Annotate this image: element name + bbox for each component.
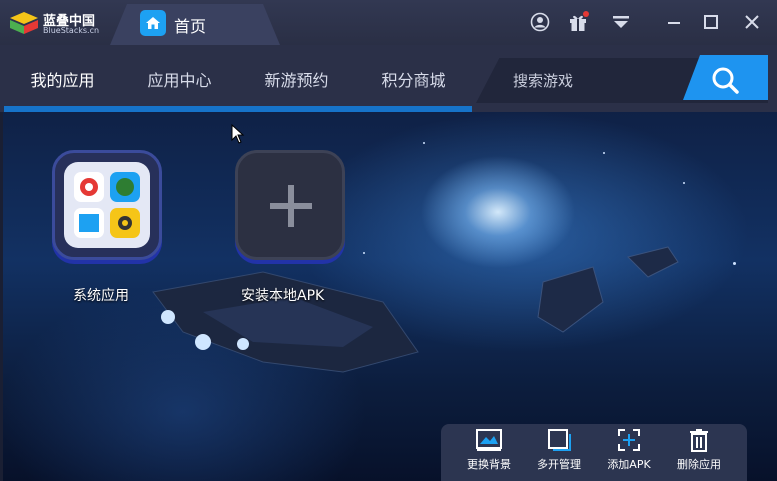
app-system-apps[interactable] bbox=[52, 150, 162, 260]
tab-app-center[interactable]: 应用中心 bbox=[121, 45, 238, 112]
logo-subtext: BlueStacks.cn bbox=[43, 26, 100, 35]
trash-icon bbox=[690, 429, 708, 452]
tab-game-reservation[interactable]: 新游预约 bbox=[238, 45, 355, 112]
app-install-local-apk[interactable] bbox=[235, 150, 345, 260]
plus-icon bbox=[270, 185, 312, 227]
account-icon[interactable] bbox=[528, 10, 552, 34]
bluestacks-logo-icon bbox=[10, 12, 38, 34]
toolbar-label: 删除应用 bbox=[677, 458, 721, 471]
app-label: 系统应用 bbox=[73, 288, 129, 304]
bluestacks-logo: 蓝叠中国 BlueStacks.cn bbox=[8, 8, 108, 38]
minimize-icon[interactable] bbox=[662, 10, 686, 34]
change-wallpaper-button[interactable]: 更换背景 bbox=[454, 428, 524, 478]
delete-app-button[interactable]: 删除应用 bbox=[664, 428, 734, 478]
home-tab-label: 首页 bbox=[174, 17, 207, 36]
tab-label: 新游预约 bbox=[264, 70, 329, 90]
debris-illustration bbox=[537, 266, 604, 333]
home-icon bbox=[140, 10, 166, 36]
multi-instance-icon bbox=[548, 429, 571, 451]
gift-icon[interactable] bbox=[566, 10, 590, 34]
spaceship-illustration bbox=[152, 271, 419, 373]
search-placeholder: 搜索游戏 bbox=[513, 72, 574, 90]
tab-label: 积分商城 bbox=[381, 70, 446, 90]
toolbar-label: 添加APK bbox=[607, 458, 651, 471]
multi-instance-button[interactable]: 多开管理 bbox=[524, 428, 594, 478]
tab-label: 应用中心 bbox=[147, 70, 212, 90]
add-apk-button[interactable]: 添加APK bbox=[594, 428, 664, 478]
menu-dropdown-icon[interactable] bbox=[609, 10, 633, 34]
toolbar-label: 更换背景 bbox=[467, 458, 511, 471]
add-apk-icon bbox=[618, 429, 640, 451]
tab-points-mall[interactable]: 积分商城 bbox=[355, 45, 472, 112]
debris-illustration bbox=[627, 246, 679, 278]
toolbar-label: 多开管理 bbox=[537, 458, 581, 471]
title-bar: 蓝叠中国 BlueStacks.cn 首页 bbox=[0, 0, 777, 45]
wallpaper-icon bbox=[476, 429, 502, 451]
system-apps-icon bbox=[64, 162, 150, 248]
tab-label: 我的应用 bbox=[30, 70, 95, 90]
tab-my-apps[interactable]: 我的应用 bbox=[4, 45, 121, 112]
nav-bar: 我的应用 应用中心 新游预约 积分商城 bbox=[0, 45, 777, 112]
close-icon[interactable] bbox=[740, 10, 764, 34]
search-icon bbox=[712, 67, 739, 94]
mouse-cursor bbox=[231, 124, 245, 144]
maximize-icon[interactable] bbox=[699, 10, 723, 34]
app-label: 安装本地APK bbox=[241, 288, 325, 304]
